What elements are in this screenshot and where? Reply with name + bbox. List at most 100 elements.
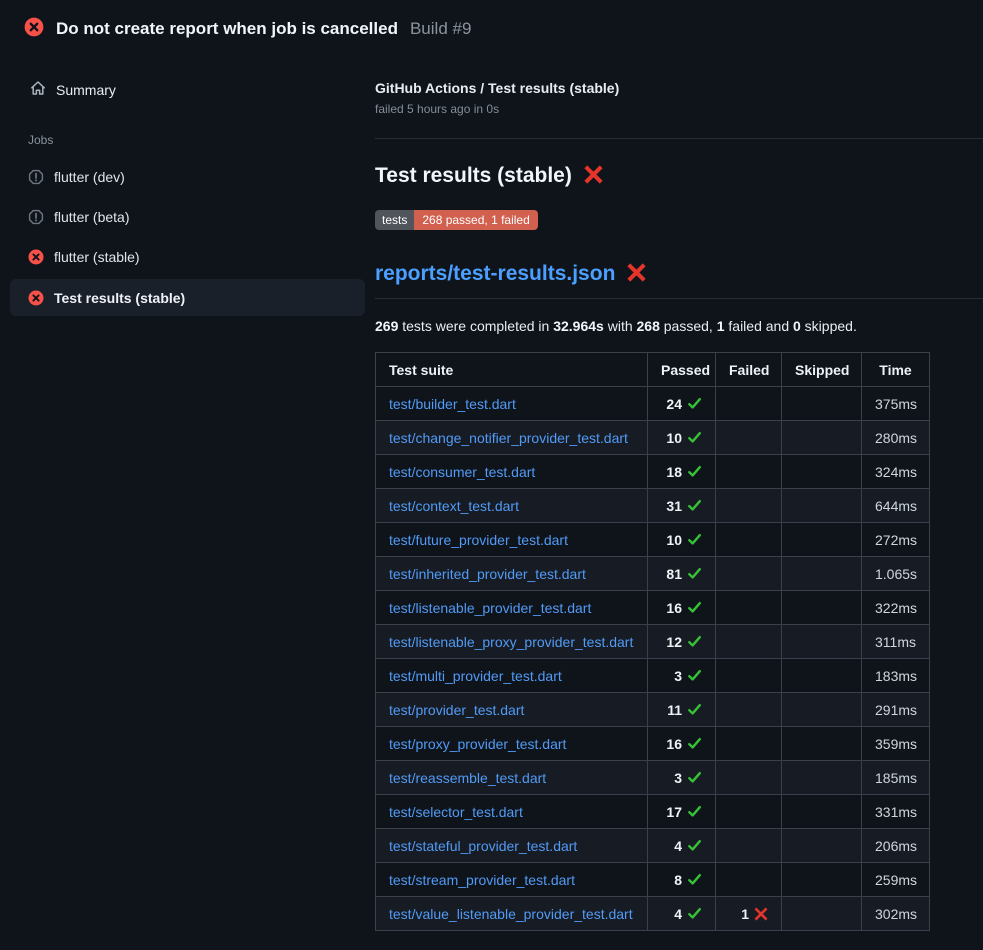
summary-segment: passed, (660, 318, 717, 334)
suite-cell: test/stream_provider_test.dart (376, 863, 648, 897)
failed-cell (716, 591, 782, 625)
x-circle-fill-icon (28, 290, 44, 306)
table-row: test/provider_test.dart11 291ms (376, 693, 930, 727)
suite-link[interactable]: test/reassemble_test.dart (389, 770, 546, 786)
suite-cell: test/change_notifier_provider_test.dart (376, 421, 648, 455)
home-icon (30, 80, 46, 96)
suite-link[interactable]: test/future_provider_test.dart (389, 532, 568, 548)
section-fail-icon-slot (584, 165, 603, 187)
passed-count: 24 (666, 396, 682, 412)
skipped-cell (782, 727, 862, 761)
suite-link[interactable]: test/context_test.dart (389, 498, 519, 514)
check-icon (687, 430, 702, 445)
suite-link[interactable]: test/builder_test.dart (389, 396, 516, 412)
summary-label: Summary (56, 82, 116, 98)
sidebar-item-job-3[interactable]: Test results (stable) (10, 279, 365, 316)
sidebar-item-job-0[interactable]: flutter (dev) (10, 157, 365, 197)
passed-count: 81 (666, 566, 682, 582)
table-row: test/stateful_provider_test.dart4 206ms (376, 829, 930, 863)
check-icon (687, 838, 702, 853)
skipped-cell (782, 455, 862, 489)
time-cell: 331ms (862, 795, 930, 829)
passed-cell: 10 (648, 523, 716, 557)
sidebar-item-job-2[interactable]: flutter (stable) (10, 237, 365, 277)
x-circle-fill-icon (28, 249, 44, 265)
check-run-header: Do not create report when job is cancell… (0, 0, 983, 50)
passed-cell: 17 (648, 795, 716, 829)
passed-count: 16 (666, 600, 682, 616)
suite-cell: test/multi_provider_test.dart (376, 659, 648, 693)
skipped-cell (782, 387, 862, 421)
job-label: Test results (stable) (54, 290, 185, 306)
check-icon (687, 464, 702, 479)
tests-badge: tests 268 passed, 1 failed (375, 210, 538, 230)
suite-link[interactable]: test/value_listenable_provider_test.dart (389, 906, 633, 922)
suite-link[interactable]: test/stream_provider_test.dart (389, 872, 575, 888)
badge-value: 268 passed, 1 failed (414, 210, 537, 230)
skipped-cell (782, 625, 862, 659)
failed-cell (716, 421, 782, 455)
failed-cell (716, 693, 782, 727)
suite-link[interactable]: test/inherited_provider_test.dart (389, 566, 586, 582)
sidebar-item-job-1[interactable]: flutter (beta) (10, 197, 365, 237)
time-cell: 311ms (862, 625, 930, 659)
table-row: test/value_listenable_provider_test.dart… (376, 897, 930, 931)
skipped-cell (782, 829, 862, 863)
skipped-cell (782, 693, 862, 727)
suite-cell: test/value_listenable_provider_test.dart (376, 897, 648, 931)
suite-link[interactable]: test/change_notifier_provider_test.dart (389, 430, 628, 446)
failed-cell: 1 (716, 897, 782, 931)
passed-cell: 12 (648, 625, 716, 659)
summary-line: 269 tests were completed in 32.964s with… (375, 318, 983, 334)
skipped-cell (782, 421, 862, 455)
passed-count: 3 (674, 770, 682, 786)
passed-count: 16 (666, 736, 682, 752)
job-label: flutter (stable) (54, 249, 140, 265)
job-label: flutter (dev) (54, 169, 125, 185)
table-row: test/listenable_proxy_provider_test.dart… (376, 625, 930, 659)
passed-cell: 18 (648, 455, 716, 489)
failed-cell (716, 489, 782, 523)
cross-mark-icon (584, 165, 603, 184)
suite-link[interactable]: test/listenable_proxy_provider_test.dart (389, 634, 633, 650)
suite-link[interactable]: test/proxy_provider_test.dart (389, 736, 566, 752)
skipped-cell (782, 591, 862, 625)
summary-segment: 268 (637, 318, 660, 334)
column-header-skipped: Skipped (782, 353, 862, 387)
table-row: test/listenable_provider_test.dart16 322… (376, 591, 930, 625)
time-cell: 185ms (862, 761, 930, 795)
main-content: GitHub Actions / Test results (stable) f… (375, 50, 983, 931)
suite-link[interactable]: test/selector_test.dart (389, 804, 523, 820)
suite-cell: test/future_provider_test.dart (376, 523, 648, 557)
time-cell: 183ms (862, 659, 930, 693)
suite-link[interactable]: test/stateful_provider_test.dart (389, 838, 577, 854)
sidebar-item-summary[interactable]: Summary (0, 72, 375, 107)
suite-link[interactable]: test/listenable_provider_test.dart (389, 600, 591, 616)
suite-link[interactable]: test/consumer_test.dart (389, 464, 535, 480)
failed-cell (716, 863, 782, 897)
passed-cell: 3 (648, 659, 716, 693)
check-icon (687, 396, 702, 411)
passed-count: 18 (666, 464, 682, 480)
table-row: test/reassemble_test.dart 3 185ms (376, 761, 930, 795)
cancelled-icon (28, 169, 44, 185)
passed-cell: 81 (648, 557, 716, 591)
x-mark-icon (754, 907, 768, 921)
suite-link[interactable]: test/multi_provider_test.dart (389, 668, 562, 684)
report-file-link[interactable]: reports/test-results.json (375, 262, 615, 286)
passed-cell: 4 (648, 897, 716, 931)
table-row: test/context_test.dart31 644ms (376, 489, 930, 523)
suite-cell: test/stateful_provider_test.dart (376, 829, 648, 863)
skipped-cell (782, 523, 862, 557)
passed-count: 17 (666, 804, 682, 820)
test-results-table: Test suitePassedFailedSkippedTime test/b… (375, 352, 930, 931)
suite-cell: test/provider_test.dart (376, 693, 648, 727)
table-row: test/stream_provider_test.dart8 259ms (376, 863, 930, 897)
passed-count: 11 (667, 702, 682, 718)
suite-link[interactable]: test/provider_test.dart (389, 702, 524, 718)
check-icon (687, 804, 702, 819)
summary-segment: tests were completed in (398, 318, 553, 334)
table-row: test/proxy_provider_test.dart16 359ms (376, 727, 930, 761)
table-body: test/builder_test.dart24 375mstest/chang… (376, 387, 930, 931)
summary-segment: with (604, 318, 637, 334)
